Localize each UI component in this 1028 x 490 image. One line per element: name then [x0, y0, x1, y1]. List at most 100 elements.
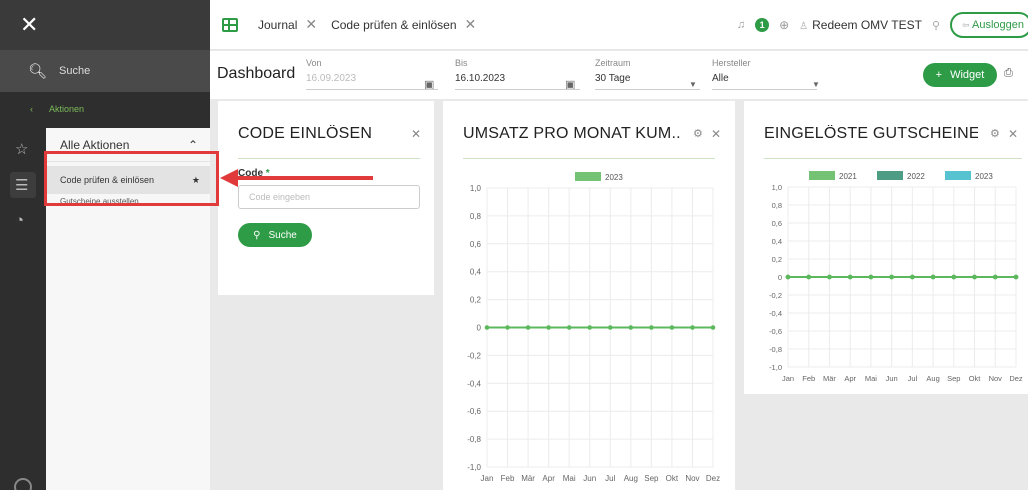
- x-tick-label: Jun: [886, 374, 898, 383]
- sidebar-search-label: Suche: [59, 65, 91, 77]
- hersteller-value: Alle: [712, 73, 729, 84]
- tab-journal[interactable]: Journal ✕: [258, 16, 317, 33]
- data-point: [889, 274, 894, 280]
- bell-icon[interactable]: ♫: [737, 19, 745, 31]
- notification-badge[interactable]: 1: [755, 18, 770, 32]
- close-icon[interactable]: ✕: [305, 16, 317, 33]
- data-point: [847, 274, 853, 280]
- x-tick-label: Apr: [542, 474, 555, 483]
- filter-bar: Dashboard Von 16.09.2023 ▣ Bis 16.10.202…: [210, 51, 1028, 99]
- legend-label: 2023: [975, 172, 993, 181]
- actions-panel-title: Alle Aktionen: [60, 137, 130, 152]
- field-underline: [306, 89, 438, 90]
- field-underline: [455, 89, 580, 90]
- code-card: CODE EINLÖSEN ✕ Code * Code eingeben ⚲ S…: [218, 101, 434, 295]
- zeitraum-value: 30 Tage: [595, 73, 631, 84]
- y-tick-label: -0,4: [769, 309, 782, 318]
- x-tick-label: Sep: [947, 374, 960, 383]
- y-tick-label: 0,8: [772, 201, 782, 210]
- close-icon[interactable]: ✕: [20, 14, 38, 36]
- card-divider: [463, 158, 715, 159]
- y-tick-label: 0,2: [470, 296, 482, 305]
- close-icon[interactable]: ✕: [711, 127, 721, 141]
- card-divider: [238, 158, 420, 159]
- user-name: Redeem OMV TEST: [812, 18, 922, 32]
- x-tick-label: Nov: [989, 374, 1003, 383]
- user-menu[interactable]: ♙ Redeem OMV TEST: [799, 18, 922, 32]
- date-to-field[interactable]: Bis 16.10.2023 ▣: [455, 58, 580, 91]
- data-point: [1013, 274, 1019, 280]
- revenue-chart: 2023 1,0 0,8 0,6 0,4 0,2 0 -0,2 -0,4 -0,6 -0,8 -1,0…: [467, 172, 720, 483]
- star-outline-icon[interactable]: ☆: [15, 140, 28, 158]
- breadcrumb-label: Aktionen: [49, 104, 85, 114]
- data-point: [785, 274, 791, 280]
- pie-chart-icon[interactable]: ◔: [15, 212, 24, 229]
- sidebar-search[interactable]: 🔍︎ Suche: [0, 50, 210, 92]
- data-point: [669, 325, 675, 330]
- y-tick-label: -1,0: [467, 463, 481, 472]
- data-point: [806, 274, 812, 280]
- list-icon[interactable]: ☰: [15, 176, 28, 194]
- tab-code-pruefen[interactable]: Code prüfen & einlösen ✕: [331, 16, 476, 33]
- data-point: [827, 274, 832, 280]
- zeitraum-select[interactable]: Zeitraum 30 Tage ▼: [595, 58, 700, 90]
- search-button-label: Suche: [268, 229, 297, 241]
- x-tick-label: Mär: [521, 474, 535, 483]
- x-tick-label: Okt: [666, 474, 679, 483]
- close-icon[interactable]: ✕: [411, 127, 421, 141]
- y-tick-label: -0,4: [467, 379, 481, 388]
- x-tick-label: Aug: [624, 474, 638, 483]
- hersteller-select[interactable]: Hersteller Alle ▼: [712, 58, 820, 90]
- grid-icon[interactable]: [222, 17, 238, 32]
- data-point: [710, 325, 716, 330]
- sidebar-header: ✕: [0, 0, 210, 50]
- add-widget-button[interactable]: + Widget: [923, 63, 997, 87]
- tab-label: Journal: [258, 17, 298, 32]
- legend-swatch: [877, 171, 903, 180]
- date-to-value[interactable]: 16.10.2023: [455, 73, 580, 84]
- zeitraum-label: Zeitraum: [595, 58, 631, 68]
- legend-label: 2023: [605, 173, 623, 182]
- add-widget-label: Widget: [950, 69, 985, 81]
- annotation-arrow-head: [220, 169, 238, 187]
- x-tick-label: Mär: [823, 374, 836, 383]
- code-input[interactable]: Code eingeben: [238, 185, 420, 209]
- card-divider: [764, 158, 1022, 159]
- highlight-box: [44, 151, 219, 206]
- data-point: [992, 274, 998, 280]
- close-icon[interactable]: ✕: [465, 16, 477, 33]
- chevron-up-icon[interactable]: ⌃: [188, 138, 198, 152]
- date-from-field[interactable]: Von 16.09.2023 ▣: [306, 58, 438, 91]
- key-icon[interactable]: ⚲: [932, 19, 940, 32]
- gear-icon[interactable]: ⚙: [693, 127, 703, 140]
- data-point: [690, 325, 695, 330]
- help-icon[interactable]: [14, 478, 32, 490]
- card-title: UMSATZ PRO MONAT KUM...: [463, 125, 681, 142]
- vouchers-chart: 2021 2022 2023 1,0 0,8 0,6 0,4 0,2 0 -0,2 -0,4 -0,6…: [769, 171, 1023, 383]
- sidebar: ✕ 🔍︎ Suche ‹ Aktionen ☆ ☰ ◔ Alle Aktione…: [0, 0, 210, 490]
- globe-icon[interactable]: ⊕: [779, 18, 789, 32]
- gear-icon[interactable]: ⚙: [990, 127, 1000, 140]
- close-icon[interactable]: ✕: [1008, 127, 1018, 141]
- search-button[interactable]: ⚲ Suche: [238, 223, 312, 247]
- data-point: [607, 325, 613, 330]
- data-point: [951, 274, 957, 280]
- logout-button[interactable]: ⇦ Ausloggen: [950, 12, 1028, 38]
- x-tick-label: Jan: [481, 474, 494, 483]
- tab-label: Code prüfen & einlösen: [331, 17, 457, 32]
- y-tick-label: 0: [778, 273, 782, 282]
- legend-swatch: [575, 172, 601, 181]
- print-icon[interactable]: ⎙: [1004, 67, 1013, 80]
- x-tick-label: Jun: [583, 474, 596, 483]
- date-from-value[interactable]: 16.09.2023: [306, 73, 438, 84]
- y-tick-label: 0: [477, 324, 482, 333]
- icon-rail: ☆ ☰ ◔: [0, 128, 46, 490]
- x-tick-label: Jan: [782, 374, 794, 383]
- breadcrumb[interactable]: ‹ Aktionen: [30, 104, 84, 114]
- data-point: [868, 274, 874, 280]
- logout-label: Ausloggen: [972, 19, 1024, 31]
- data-point: [525, 325, 531, 330]
- data-point: [972, 274, 977, 280]
- hersteller-label: Hersteller: [712, 58, 751, 68]
- field-underline: [712, 89, 817, 90]
